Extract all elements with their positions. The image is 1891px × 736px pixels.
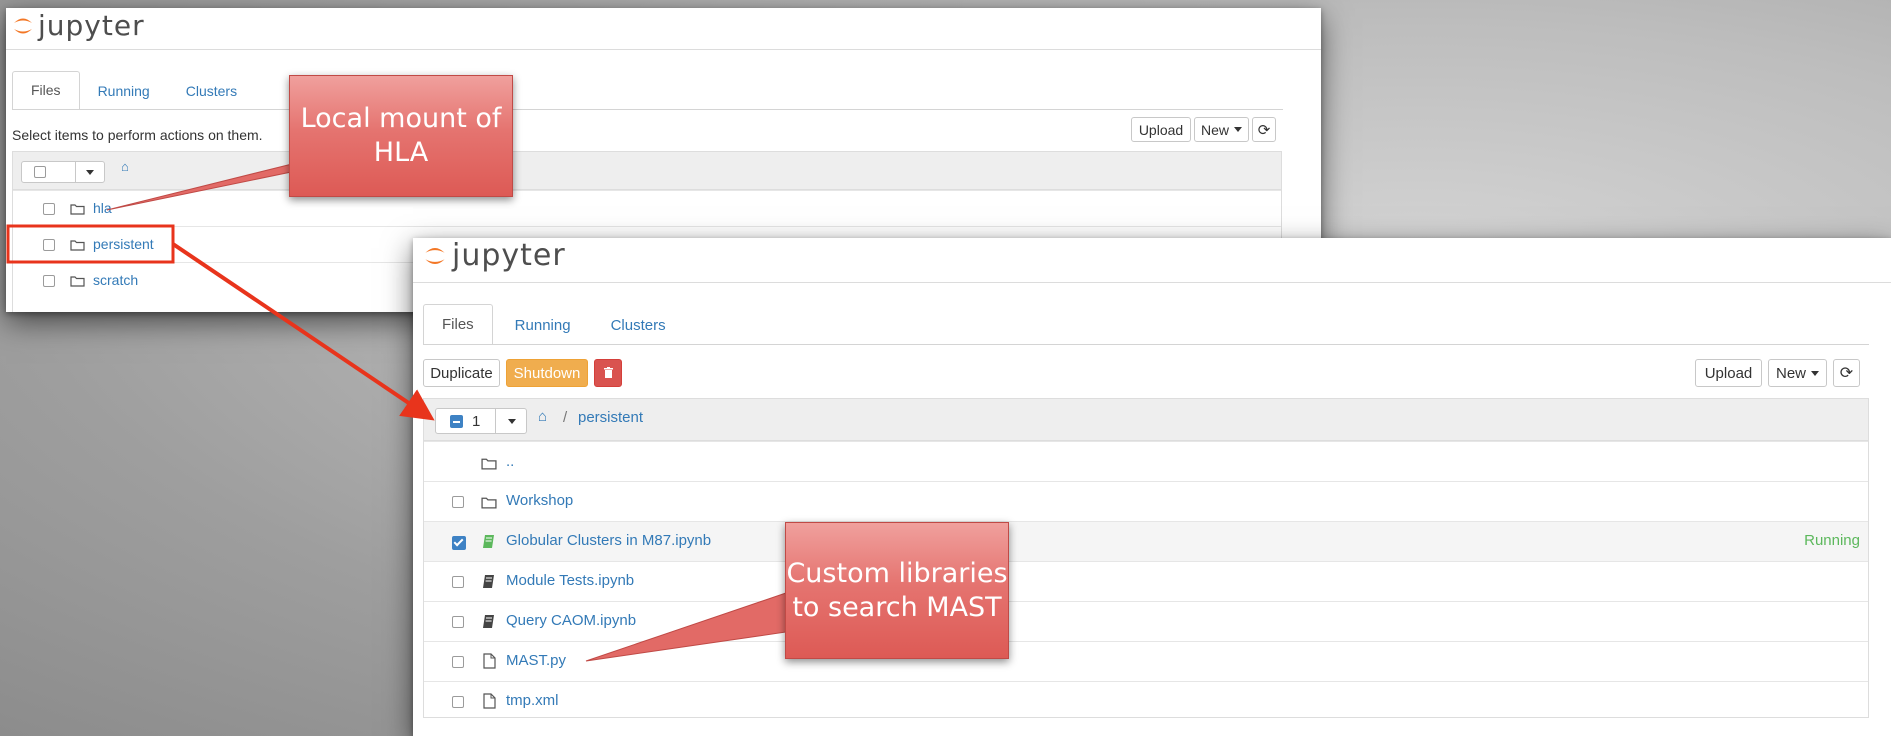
tab-baseline (423, 344, 1869, 345)
item-checkbox[interactable] (43, 203, 55, 215)
list-item[interactable]: Module Tests.ipynb (424, 561, 1868, 601)
new-button-label: New (1775, 364, 1806, 382)
caret-down-icon (1234, 127, 1242, 132)
selection-hint: Select items to perform actions on them. (12, 127, 263, 143)
select-all-control[interactable] (21, 161, 105, 183)
selected-count: 1 (472, 413, 481, 430)
file-icon (483, 693, 496, 709)
tab-running[interactable]: Running (80, 73, 168, 110)
item-checkbox[interactable] (43, 239, 55, 251)
upload-button[interactable]: Upload (1695, 359, 1762, 387)
tab-clusters[interactable]: Clusters (593, 306, 684, 345)
item-name[interactable]: Query CAOM.ipynb (506, 612, 636, 629)
item-name[interactable]: Globular Clusters in M87.ipynb (506, 532, 711, 549)
header-divider (6, 49, 1321, 50)
jupyter-wordmark: jupyter (38, 9, 145, 42)
item-name[interactable]: Module Tests.ipynb (506, 572, 634, 589)
jupyter-logo-icon (425, 247, 445, 264)
caret-down-icon[interactable] (508, 419, 516, 424)
minus-square-icon[interactable] (450, 415, 463, 428)
breadcrumb-current[interactable]: persistent (578, 409, 643, 426)
file-list: 1 ⌂ / persistent .. Workshop Globular Cl… (423, 398, 1869, 718)
callout-local-mount: Local mount of HLA (289, 75, 513, 197)
select-all-checkbox[interactable] (34, 166, 46, 178)
running-status: Running (1804, 532, 1860, 549)
list-item[interactable]: hla (13, 190, 1281, 226)
list-header: ⌂ (13, 152, 1281, 190)
tab-files[interactable]: Files (12, 71, 80, 110)
delete-button[interactable] (594, 359, 622, 387)
caret-down-icon[interactable] (86, 170, 94, 175)
notebook-icon (483, 535, 494, 548)
item-name[interactable]: hla (93, 200, 112, 216)
tab-clusters[interactable]: Clusters (168, 73, 255, 110)
jupyter-logo[interactable]: jupyter (12, 9, 145, 42)
callout-custom-libraries: Custom libraries to search MAST (785, 522, 1009, 659)
file-icon (483, 653, 496, 669)
new-button[interactable]: New (1194, 117, 1249, 142)
upload-button[interactable]: Upload (1131, 117, 1191, 142)
tab-files[interactable]: Files (423, 304, 493, 345)
item-name[interactable]: tmp.xml (506, 692, 559, 709)
header-divider (413, 282, 1891, 283)
jupyter-window-foreground: jupyter Files Running Clusters Duplicate… (413, 238, 1891, 736)
list-item[interactable]: Query CAOM.ipynb (424, 601, 1868, 641)
duplicate-button[interactable]: Duplicate (423, 359, 500, 387)
notebook-icon (483, 615, 494, 628)
list-header: 1 ⌂ / persistent (424, 399, 1868, 441)
item-checkbox[interactable] (43, 275, 55, 287)
item-name[interactable]: MAST.py (506, 652, 566, 669)
refresh-button[interactable]: ⟳ (1833, 359, 1860, 387)
folder-icon (481, 458, 497, 470)
item-checkbox[interactable] (452, 536, 466, 550)
item-checkbox[interactable] (452, 696, 464, 708)
list-item[interactable]: MAST.py (424, 641, 1868, 681)
breadcrumb-separator: / (563, 409, 568, 426)
tab-baseline (12, 109, 1283, 110)
new-button-label: New (1200, 121, 1229, 138)
trash-icon (603, 367, 613, 378)
home-icon[interactable]: ⌂ (538, 408, 547, 425)
item-checkbox[interactable] (452, 616, 464, 628)
item-name[interactable]: Workshop (506, 492, 573, 509)
list-item[interactable]: .. (424, 441, 1868, 481)
refresh-icon: ⟳ (1257, 121, 1271, 139)
list-item[interactable]: Globular Clusters in M87.ipynb Running (424, 521, 1868, 561)
jupyter-logo-icon (14, 18, 32, 33)
item-name[interactable]: .. (506, 453, 514, 470)
select-all-control[interactable]: 1 (435, 408, 527, 434)
tab-running[interactable]: Running (493, 306, 593, 345)
notebook-icon (483, 575, 494, 588)
refresh-icon: ⟳ (1839, 365, 1854, 382)
item-checkbox[interactable] (452, 496, 464, 508)
folder-icon (70, 204, 85, 215)
new-button[interactable]: New (1768, 359, 1827, 387)
folder-icon (481, 497, 497, 509)
file-tabs: Files Running Clusters (423, 304, 684, 345)
folder-icon (70, 276, 85, 287)
select-all-divider (495, 409, 496, 433)
jupyter-wordmark: jupyter (452, 238, 566, 273)
shutdown-button[interactable]: Shutdown (506, 359, 588, 387)
refresh-button[interactable]: ⟳ (1252, 117, 1276, 142)
item-checkbox[interactable] (452, 656, 464, 668)
jupyter-logo[interactable]: jupyter (423, 238, 566, 273)
item-checkbox[interactable] (452, 576, 464, 588)
list-item[interactable]: Workshop (424, 481, 1868, 521)
select-all-divider (75, 162, 76, 182)
item-name[interactable]: persistent (93, 236, 154, 252)
list-item[interactable]: tmp.xml (424, 681, 1868, 721)
caret-down-icon (1811, 370, 1819, 376)
home-icon[interactable]: ⌂ (121, 159, 129, 174)
folder-icon (70, 240, 85, 251)
item-name[interactable]: scratch (93, 272, 138, 288)
file-tabs: Files Running Clusters (12, 71, 255, 110)
